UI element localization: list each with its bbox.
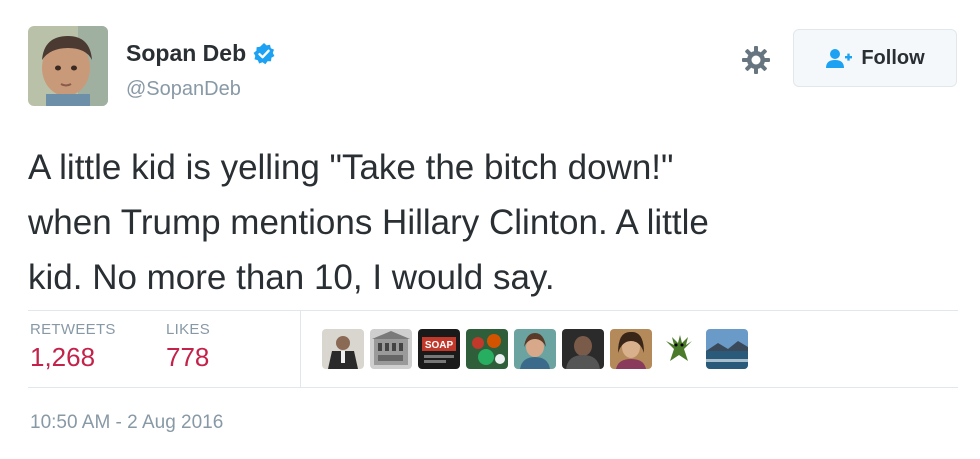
stats-divider (300, 311, 301, 388)
follow-button[interactable]: Follow (793, 29, 957, 87)
retweets-count: 1,268 (30, 342, 96, 372)
likes-stat[interactable]: LIKES 778 (166, 321, 210, 373)
liker-avatar-5[interactable] (514, 329, 556, 369)
tweet-text: A little kid is yelling "Take the bitch … (28, 140, 958, 305)
verified-badge-icon (253, 42, 275, 64)
liker-avatar-4[interactable] (466, 329, 508, 369)
liker-avatar-3-text: SOAP (425, 340, 454, 351)
tweet-line: A little kid is yelling "Take the bitch … (28, 148, 674, 187)
liker-avatar-1[interactable] (322, 329, 364, 369)
tweet-stats: RETWEETS 1,268 LIKES 778 SOAP (28, 310, 958, 388)
gear-icon[interactable] (740, 44, 772, 76)
liker-avatar-9[interactable] (706, 329, 748, 369)
retweets-stat[interactable]: RETWEETS 1,268 (30, 321, 116, 373)
retweets-label: RETWEETS (30, 321, 116, 338)
liker-avatar-7[interactable] (610, 329, 652, 369)
liker-avatar-3[interactable]: SOAP (418, 329, 460, 369)
user-handle[interactable]: @SopanDeb (126, 78, 241, 101)
user-add-icon (826, 49, 853, 68)
liker-avatar-8[interactable] (658, 329, 700, 369)
tweet-line: kid. No more than 10, I would say. (28, 258, 555, 297)
display-name[interactable]: Sopan Deb (126, 40, 246, 67)
liker-avatar-6[interactable] (562, 329, 604, 369)
user-name-row[interactable]: Sopan Deb (126, 40, 276, 67)
liker-avatar-2[interactable] (370, 329, 412, 369)
follow-button-label: Follow (861, 46, 925, 69)
tweet-timestamp[interactable]: 10:50 AM - 2 Aug 2016 (30, 412, 223, 434)
profile-avatar[interactable] (28, 26, 108, 106)
likes-label: LIKES (166, 321, 211, 338)
tweet-line: when Trump mentions Hillary Clinton. A l… (28, 203, 709, 242)
liker-avatars: SOAP (322, 329, 748, 369)
likes-count: 778 (166, 342, 210, 372)
